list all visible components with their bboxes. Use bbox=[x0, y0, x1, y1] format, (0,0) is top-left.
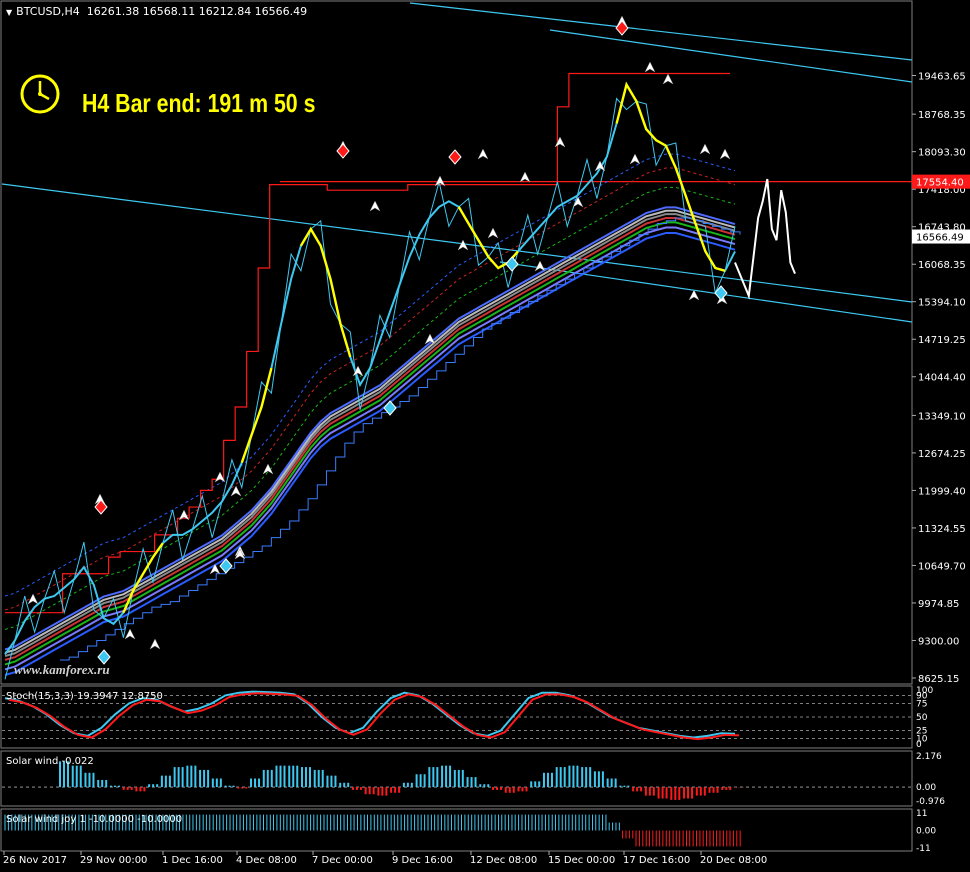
solar-wind-tick-label: 2.176 bbox=[916, 752, 942, 762]
fractal-arrow-icon bbox=[554, 136, 566, 148]
solar-wind-joy-indicator-title: Solar wind joy 1 -10.0000 -10.0000 bbox=[6, 814, 183, 825]
x-tick-label: 9 Dec 16:00 bbox=[392, 855, 453, 866]
fractal-arrow-icon bbox=[477, 148, 489, 160]
yellow-signal-segment bbox=[299, 226, 352, 358]
fractal-arrow-icon bbox=[662, 73, 674, 85]
fractal-arrow-icon bbox=[124, 628, 136, 640]
y-tick-label: 18768.35 bbox=[918, 110, 966, 121]
fractal-arrow-icon bbox=[719, 148, 731, 160]
x-tick-label: 29 Nov 00:00 bbox=[80, 855, 147, 866]
y-tick-label: 16068.35 bbox=[918, 260, 966, 271]
y-tick-label: 11999.40 bbox=[918, 486, 966, 497]
trend-line-upper-2 bbox=[549, 29, 913, 83]
x-tick-label: 17 Dec 16:00 bbox=[623, 855, 690, 866]
fractal-arrow-icon bbox=[519, 171, 531, 183]
forecast-projection-line bbox=[734, 178, 796, 300]
fractal-arrow-icon bbox=[369, 200, 381, 212]
x-tick-label: 1 Dec 16:00 bbox=[162, 855, 223, 866]
chart-header: ▼ BTCUSD,H4 16261.38 16568.11 16212.84 16… bbox=[6, 5, 307, 18]
ohlc-values: 16261.38 16568.11 16212.84 16566.49 bbox=[86, 5, 308, 18]
y-tick-label: 10649.70 bbox=[918, 561, 966, 572]
fractal-arrow-icon bbox=[572, 196, 584, 208]
clock-icon bbox=[20, 74, 60, 114]
price-noise-line bbox=[4, 97, 736, 680]
fractal-arrow-icon bbox=[209, 563, 221, 575]
dashed-ma-blue bbox=[4, 153, 736, 597]
y-tick-label: 14719.25 bbox=[918, 335, 966, 346]
resistance-price-label: 17554.40 bbox=[916, 178, 964, 189]
fractal-arrow-icon bbox=[487, 227, 499, 239]
y-tick-label: 12674.25 bbox=[918, 449, 966, 460]
watermark: www.kamforex.ru bbox=[14, 662, 110, 677]
y-tick-label: 19463.65 bbox=[918, 71, 966, 82]
trend-line-upper bbox=[409, 2, 913, 61]
stoch-tick-label: 50 bbox=[916, 713, 928, 723]
stoch-tick-label: 0 bbox=[916, 740, 922, 750]
solar-wind-tick-label: -0.976 bbox=[916, 797, 945, 807]
y-tick-label: 14044.40 bbox=[918, 373, 966, 384]
fractal-arrow-icon bbox=[699, 143, 711, 155]
y-tick-label: 18093.30 bbox=[918, 148, 966, 159]
x-tick-label: 15 Dec 00:00 bbox=[548, 855, 615, 866]
ma-ribbon-line bbox=[4, 221, 736, 666]
solar-wind-tick-label: 0.00 bbox=[916, 783, 936, 793]
fractal-arrow-icon bbox=[534, 260, 546, 272]
sell-signal-diamond-icon bbox=[615, 20, 629, 36]
fractal-arrow-icon bbox=[629, 153, 641, 165]
stoch-tick-label: 75 bbox=[916, 700, 927, 710]
y-tick-label: 9300.00 bbox=[918, 636, 959, 647]
y-tick-label: 15394.10 bbox=[918, 298, 966, 309]
ma-ribbon-line bbox=[4, 209, 736, 654]
solar-wind-joy-tick-label: 11 bbox=[916, 809, 927, 819]
fractal-arrow-icon bbox=[149, 638, 161, 650]
x-tick-label: 20 Dec 08:00 bbox=[700, 855, 767, 866]
x-tick-label: 26 Nov 2017 bbox=[3, 855, 67, 866]
current-price-label: 16566.49 bbox=[916, 233, 964, 244]
collapse-triangle-icon[interactable]: ▼ bbox=[6, 8, 12, 17]
x-tick-label: 12 Dec 08:00 bbox=[470, 855, 537, 866]
dashed-ma-green bbox=[4, 186, 736, 630]
stoch-indicator-title: Stoch(15,3,3) 19.3947 12.8750 bbox=[6, 691, 163, 702]
x-tick-label: 4 Dec 08:00 bbox=[236, 855, 297, 866]
symbol-timeframe: BTCUSD,H4 bbox=[16, 5, 80, 18]
x-tick-label: 7 Dec 00:00 bbox=[312, 855, 373, 866]
y-tick-label: 9974.85 bbox=[918, 599, 959, 610]
chart-canvas: 19463.6518768.3518093.3017418.0016743.80… bbox=[0, 0, 970, 866]
solar-wind-joy-tick-label: -11 bbox=[916, 844, 931, 854]
trend-line-lower bbox=[1, 183, 913, 303]
trailing-stop-red bbox=[5, 72, 730, 614]
fractal-arrow-icon bbox=[644, 61, 656, 73]
solar-wind-plot-frame bbox=[0, 750, 913, 807]
sell-signal-diamond-icon bbox=[448, 149, 462, 165]
y-tick-label: 13349.10 bbox=[918, 411, 966, 422]
fractal-arrow-icon bbox=[688, 289, 700, 301]
sell-signal-diamond-icon bbox=[336, 143, 350, 159]
solar-wind-joy-tick-label: 0.00 bbox=[916, 827, 936, 837]
fractal-arrow-icon bbox=[457, 239, 469, 251]
y-tick-label: 8625.15 bbox=[918, 674, 959, 685]
ma-ribbon-line bbox=[4, 206, 736, 651]
bar-end-timer: H4 Bar end: 191 m 50 s bbox=[82, 88, 316, 118]
solar-wind-indicator-title: Solar wind -0.022 bbox=[6, 756, 94, 767]
y-tick-label: 11324.55 bbox=[918, 524, 966, 535]
buy-signal-diamond-icon bbox=[714, 285, 728, 301]
